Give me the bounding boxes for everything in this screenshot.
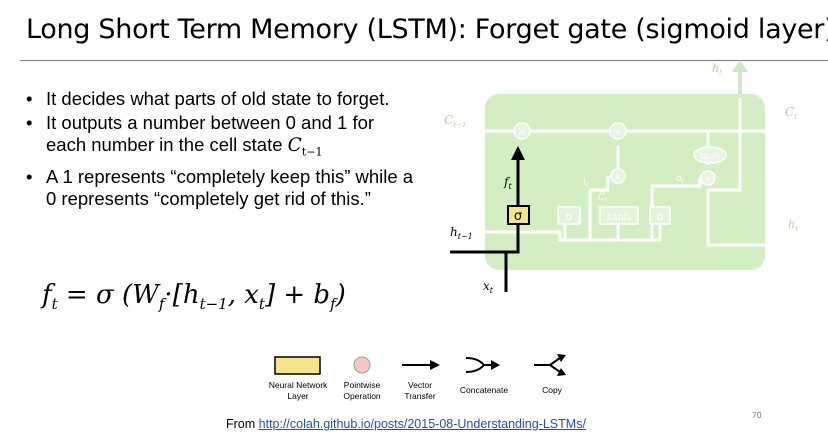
pink-circle-icon [353, 356, 371, 374]
legend-label-vector-transfer: Vector Transfer [404, 380, 436, 401]
legend-label-copy: Copy [542, 385, 562, 395]
svg-text:σ: σ [566, 210, 573, 223]
faded-layers: σ tanh σ [557, 206, 671, 225]
source-link[interactable]: http://colah.github.io/posts/2015-08-Und… [259, 417, 586, 431]
svg-text:+: + [613, 125, 622, 138]
svg-text:×: × [517, 125, 526, 138]
svg-text:σ: σ [514, 209, 522, 224]
x-t-label: xt [483, 279, 494, 295]
svg-text:tanh: tanh [700, 152, 720, 162]
c-t-label: Ct [785, 105, 797, 121]
page-number: 70 [752, 410, 762, 420]
svg-text:tanh: tanh [608, 212, 631, 223]
copy-icon [534, 357, 561, 373]
yellow-rectangle-icon [274, 356, 321, 375]
lstm-diagram: × + × × tanh σ tanh σ σ ht Ct−1 Ct ht−1 … [274, 60, 802, 376]
concatenate-icon [465, 357, 494, 373]
c-prev-label: Ct−1 [444, 113, 466, 129]
h-t-right-label: ht [788, 218, 798, 233]
slide: Long Short Term Memory (LSTM): Forget ga… [0, 0, 828, 443]
h-prev-label: ht−1 [450, 225, 473, 241]
svg-text:×: × [704, 174, 712, 185]
svg-text:×: × [614, 172, 622, 183]
legend-label-concatenate: Concatenate [459, 385, 509, 395]
source-citation: From http://colah.github.io/posts/2015-0… [226, 417, 586, 431]
legend-icons [274, 354, 566, 376]
legend-label-pointwise: Pointwise Operation [343, 380, 381, 401]
h-t-top-label: ht [712, 62, 722, 77]
svg-text:σ: σ [657, 210, 664, 223]
